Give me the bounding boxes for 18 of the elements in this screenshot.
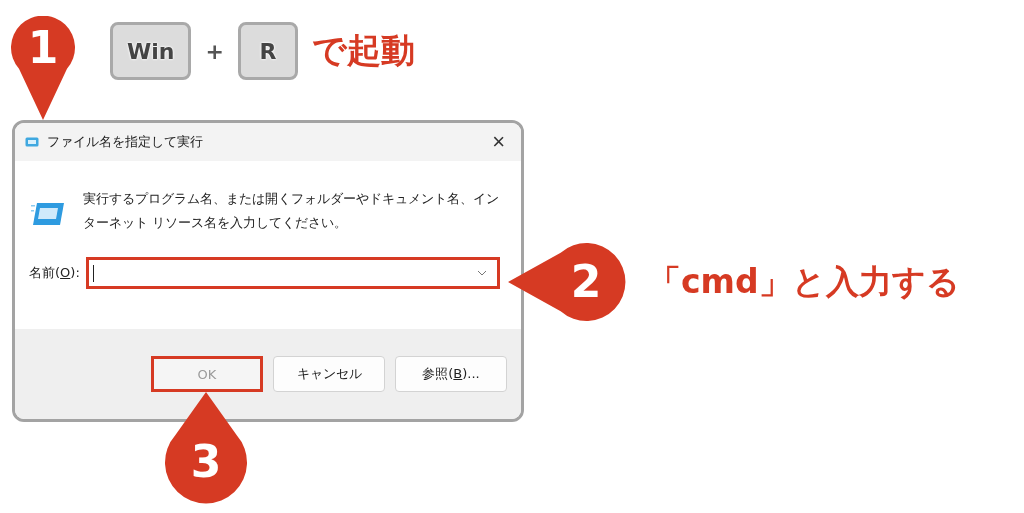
dialog-button[interactable]: 参照(B)... — [395, 356, 507, 392]
window-title: ファイル名を指定して実行 — [47, 133, 204, 151]
instruction-text: 「cmd」と入力する — [648, 261, 960, 303]
step-marker: 3 — [164, 392, 248, 504]
run-app-icon — [31, 201, 65, 227]
key-cap: R — [237, 22, 298, 80]
step-marker: 1 — [10, 16, 76, 120]
window-icon — [25, 137, 39, 147]
dialog-button[interactable]: キャンセル — [273, 356, 385, 392]
step-marker: 2 — [508, 242, 626, 322]
caption-text: で起動 — [311, 29, 415, 72]
description-text: 実行するプログラム名、または開くフォルダーやドキュメント名、インターネット リソース名を入力してください。 — [83, 190, 500, 232]
key-cap: Win — [110, 22, 192, 80]
name-combo-field[interactable] — [85, 257, 500, 289]
close-button[interactable]: × — [484, 131, 513, 153]
name-label: 名前(O): — [29, 264, 80, 282]
dropdown-chevron-icon[interactable] — [476, 270, 487, 276]
plus-sign: + — [205, 38, 224, 64]
